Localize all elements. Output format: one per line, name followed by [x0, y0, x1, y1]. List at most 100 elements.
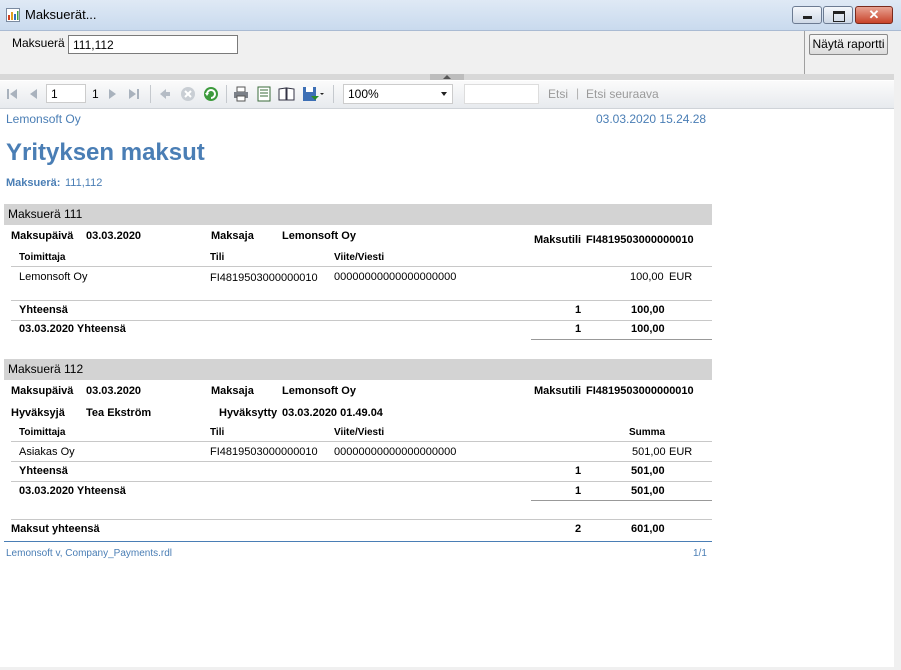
approved-label: Hyväksytty: [219, 407, 278, 419]
close-icon: ✕: [868, 7, 880, 22]
last-page-icon[interactable]: [128, 86, 140, 102]
toolbar-separator: [226, 85, 227, 103]
filter-value: 111,112: [65, 177, 103, 189]
export-icon[interactable]: [302, 86, 324, 102]
col-reference: Viite/Viesti: [334, 427, 385, 438]
date-total-label: 03.03.2020 Yhteensä: [19, 323, 126, 335]
report-timestamp: 03.03.2020 15.24.28: [596, 112, 707, 126]
pay-date: 03.03.2020: [86, 385, 142, 397]
payer: Lemonsoft Oy: [282, 230, 356, 242]
divider: [531, 500, 712, 501]
date-total-amount: 100,00: [631, 323, 665, 335]
payer: Lemonsoft Oy: [282, 385, 356, 397]
grand-total-count: 2: [575, 523, 582, 535]
minimize-button[interactable]: [792, 6, 822, 24]
col-account: Tili: [210, 252, 225, 263]
filter-label: Maksuerä:: [6, 177, 61, 189]
row-amount: 501,00: [632, 446, 666, 458]
col-reference: Viite/Viesti: [334, 252, 385, 263]
close-button[interactable]: ✕: [855, 6, 893, 24]
pay-date-label: Maksupäivä: [11, 385, 74, 397]
batch-header: Maksuerä 111: [8, 207, 83, 221]
divider: [11, 266, 712, 267]
divider: [11, 441, 712, 442]
row-reference: 00000000000000000000: [334, 446, 457, 458]
row-supplier: Asiakas Oy: [19, 446, 75, 458]
batch-param-label: Maksuerä: [12, 36, 65, 50]
print-layout-icon[interactable]: [256, 86, 272, 102]
back-icon[interactable]: [158, 86, 172, 102]
report-app-icon: [6, 8, 20, 22]
current-page-input[interactable]: [46, 84, 86, 103]
account-label: Maksutili: [534, 234, 582, 246]
view-report-button[interactable]: Näytä raportti: [809, 34, 888, 55]
footer-page-number: 1/1: [693, 548, 707, 559]
payer-label: Maksaja: [211, 385, 254, 397]
footer-report-name: Lemonsoft v, Company_Payments.rdl: [6, 548, 173, 559]
batch-total-label: Yhteensä: [19, 465, 68, 477]
batch-total-count: 1: [575, 465, 582, 477]
batch-header-band: [4, 359, 712, 380]
maximize-button[interactable]: [823, 6, 853, 24]
report-title: Yrityksen maksut: [6, 139, 205, 166]
approved-time: 03.03.2020 01.49.04: [282, 407, 383, 419]
payment-account: FI4819503000000010: [586, 234, 694, 246]
row-currency: EUR: [669, 271, 693, 283]
batch-param-input[interactable]: [68, 35, 238, 54]
divider: [11, 461, 712, 462]
company-name: Lemonsoft Oy: [6, 112, 81, 126]
find-next-link[interactable]: Etsi seuraava: [586, 87, 659, 101]
pay-date: 03.03.2020: [86, 230, 142, 242]
divider: [11, 519, 712, 520]
batch-header: Maksuerä 112: [8, 362, 84, 376]
refresh-icon[interactable]: [203, 86, 219, 102]
batch-total-amount: 100,00: [631, 304, 665, 316]
toolbar-separator: [150, 85, 151, 103]
date-total-label: 03.03.2020 Yhteensä: [19, 485, 126, 497]
previous-page-icon[interactable]: [28, 86, 38, 102]
row-account: FI4819503000000010: [210, 272, 318, 284]
grand-total-amount: 601,00: [631, 523, 665, 535]
window-right-edge: [894, 31, 901, 670]
footer-rule: [4, 541, 712, 542]
page-setup-icon[interactable]: [278, 86, 295, 102]
batch-header-band: [4, 204, 712, 225]
stop-icon[interactable]: [180, 86, 196, 102]
pay-date-label: Maksupäivä: [11, 230, 74, 242]
col-sum: Summa: [629, 427, 666, 438]
toolbar-separator: [333, 85, 334, 103]
batch-total-amount: 501,00: [631, 465, 665, 477]
zoom-select[interactable]: 100%: [343, 84, 453, 104]
approver-label: Hyväksyjä: [11, 407, 65, 419]
payer-label: Maksaja: [211, 230, 254, 242]
find-link[interactable]: Etsi: [548, 87, 568, 101]
first-page-icon[interactable]: [6, 86, 18, 102]
window-title: Maksuerät...: [25, 7, 97, 22]
col-account: Tili: [210, 427, 225, 438]
collapse-params-icon[interactable]: [430, 74, 464, 80]
next-page-icon[interactable]: [108, 86, 118, 102]
batch-total-label: Yhteensä: [19, 304, 68, 316]
grand-total-label: Maksut yhteensä: [11, 523, 100, 535]
find-text-input[interactable]: [464, 84, 539, 104]
payment-account: FI4819503000000010: [586, 385, 694, 397]
row-account: FI4819503000000010: [210, 446, 318, 458]
maximize-icon: [833, 11, 845, 22]
divider: [11, 320, 712, 321]
row-reference: 00000000000000000000: [334, 271, 457, 283]
approver: Tea Ekström: [86, 407, 152, 419]
total-pages: 1: [92, 87, 99, 101]
chevron-down-icon[interactable]: [441, 92, 447, 96]
divider: [11, 300, 712, 301]
param-divider: [804, 31, 805, 74]
date-total-amount: 501,00: [631, 485, 665, 497]
row-supplier: Lemonsoft Oy: [19, 271, 88, 283]
date-total-count: 1: [575, 323, 582, 335]
col-supplier: Toimittaja: [19, 427, 66, 438]
find-separator: |: [576, 86, 580, 100]
title-bar: [0, 0, 901, 31]
row-currency: EUR: [669, 446, 693, 458]
row-amount: 100,00: [630, 271, 664, 283]
print-icon[interactable]: [233, 86, 249, 102]
divider: [531, 339, 712, 340]
